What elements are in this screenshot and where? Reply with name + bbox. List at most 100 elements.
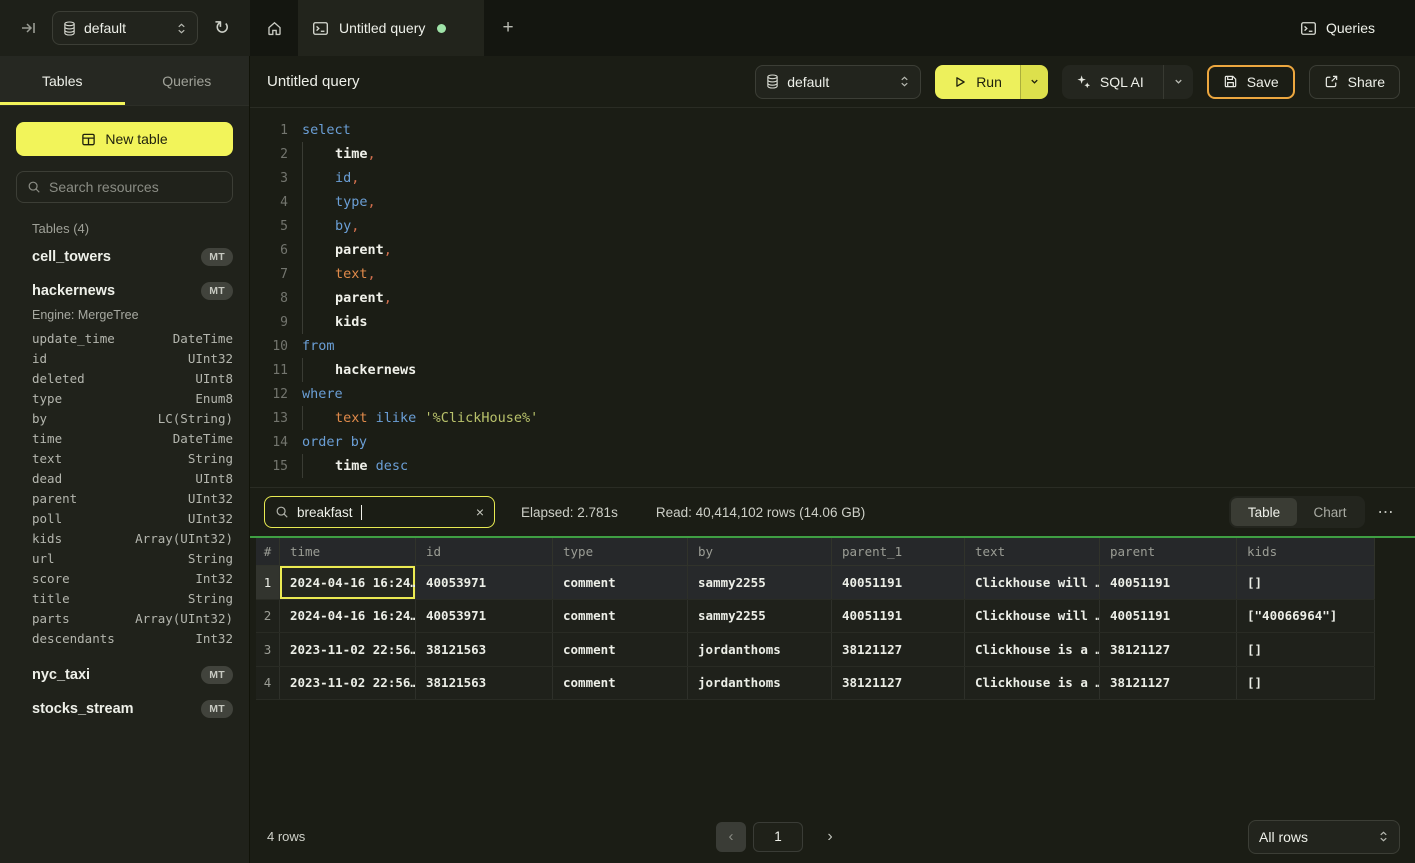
code-line[interactable]: 5by,: [262, 214, 1415, 238]
sidebar-table-item[interactable]: nyc_taxiMT: [0, 658, 249, 692]
column-header[interactable]: parent_1: [832, 538, 965, 565]
results-search-input[interactable]: breakfast ×: [264, 496, 495, 528]
table-cell[interactable]: 40053971: [416, 566, 553, 599]
home-tab[interactable]: [250, 0, 298, 56]
sidebar-database-selector[interactable]: default: [52, 11, 198, 45]
row-number-cell[interactable]: 3: [256, 633, 280, 666]
sidebar-search-input[interactable]: Search resources: [16, 171, 233, 203]
code-text: where: [302, 386, 343, 402]
table-cell[interactable]: sammy2255: [688, 600, 832, 633]
code-line[interactable]: 13text ilike '%ClickHouse%': [262, 406, 1415, 430]
table-cell[interactable]: []: [1237, 566, 1375, 599]
code-line[interactable]: 2time,: [262, 142, 1415, 166]
tab-untitled-query[interactable]: Untitled query: [298, 0, 484, 56]
table-cell[interactable]: Clickhouse will …: [965, 600, 1100, 633]
code-line[interactable]: 6parent,: [262, 238, 1415, 262]
clear-search-button[interactable]: ×: [476, 504, 484, 520]
row-number-cell[interactable]: 2: [256, 600, 280, 633]
sidebar-tab-queries[interactable]: Queries: [125, 56, 250, 105]
view-toggle-chart[interactable]: Chart: [1297, 498, 1363, 526]
sql-ai-options-button[interactable]: [1163, 65, 1193, 99]
current-page-input[interactable]: 1: [753, 822, 803, 852]
next-page-button[interactable]: ›: [817, 822, 843, 852]
query-database-selector[interactable]: default: [755, 65, 921, 99]
column-header[interactable]: time: [280, 538, 416, 565]
refresh-button[interactable]: ↻: [208, 14, 236, 42]
queries-button[interactable]: Queries: [1300, 0, 1375, 56]
column-header[interactable]: id: [416, 538, 553, 565]
column-header[interactable]: type: [553, 538, 688, 565]
prev-page-button[interactable]: ‹: [716, 822, 746, 852]
table-cell[interactable]: 40053971: [416, 600, 553, 633]
table-cell[interactable]: 2023-11-02 22:56…: [280, 633, 416, 666]
table-cell[interactable]: comment: [553, 633, 688, 666]
code-line[interactable]: 14order by: [262, 430, 1415, 454]
view-toggle-table[interactable]: Table: [1231, 498, 1297, 526]
table-cell[interactable]: comment: [553, 600, 688, 633]
sidebar-table-item[interactable]: cell_towersMT: [0, 240, 249, 274]
code-line[interactable]: 3id,: [262, 166, 1415, 190]
table-cell[interactable]: 38121127: [1100, 667, 1237, 700]
new-tab-button[interactable]: +: [484, 0, 532, 56]
table-cell[interactable]: 2024-04-16 16:24…: [280, 600, 416, 633]
table-cell[interactable]: sammy2255: [688, 566, 832, 599]
column-header[interactable]: by: [688, 538, 832, 565]
row-number-cell[interactable]: 4: [256, 667, 280, 700]
sidebar-table-item[interactable]: hackernewsMT: [0, 274, 249, 308]
sql-editor[interactable]: 1select2time,3id,4type,5by,6parent,7text…: [250, 108, 1415, 487]
table-cell[interactable]: 38121563: [416, 667, 553, 700]
table-cell[interactable]: 2024-04-16 16:24…: [280, 566, 416, 599]
table-cell[interactable]: Clickhouse will …: [965, 566, 1100, 599]
column-header[interactable]: parent: [1100, 538, 1237, 565]
table-cell[interactable]: 38121127: [832, 633, 965, 666]
table-cell[interactable]: ["40066964"]: [1237, 600, 1375, 633]
code-line[interactable]: 10from: [262, 334, 1415, 358]
code-line[interactable]: 7text,: [262, 262, 1415, 286]
code-line[interactable]: 12where: [262, 382, 1415, 406]
table-cell[interactable]: 40051191: [1100, 600, 1237, 633]
row-number-cell[interactable]: 1: [256, 566, 280, 599]
table-cell[interactable]: Clickhouse is a …: [965, 667, 1100, 700]
table-cell[interactable]: comment: [553, 667, 688, 700]
code-line[interactable]: 8parent,: [262, 286, 1415, 310]
code-text: time desc: [302, 458, 408, 474]
table-cell[interactable]: jordanthoms: [688, 667, 832, 700]
table-cell[interactable]: []: [1237, 667, 1375, 700]
table-body: 12024-04-16 16:24…40053971commentsammy22…: [256, 566, 1375, 700]
code-line[interactable]: 1select: [262, 118, 1415, 142]
table-cell[interactable]: jordanthoms: [688, 633, 832, 666]
column-header[interactable]: #: [256, 538, 280, 565]
sql-ai-label: SQL AI: [1100, 74, 1144, 90]
table-cell[interactable]: comment: [553, 566, 688, 599]
code-line[interactable]: 9kids: [262, 310, 1415, 334]
tab-strip: Untitled query +: [250, 0, 1415, 56]
table-cell[interactable]: 38121127: [832, 667, 965, 700]
table-cell[interactable]: 38121563: [416, 633, 553, 666]
table-cell[interactable]: 38121127: [1100, 633, 1237, 666]
new-table-button[interactable]: New table: [16, 122, 233, 156]
sql-ai-button[interactable]: SQL AI: [1062, 65, 1193, 99]
run-button[interactable]: Run: [935, 65, 1020, 99]
code-line[interactable]: 4type,: [262, 190, 1415, 214]
code-line[interactable]: 15time desc: [262, 454, 1415, 478]
column-name: update_time: [32, 331, 173, 346]
sidebar-tab-tables[interactable]: Tables: [0, 56, 125, 105]
share-button[interactable]: Share: [1309, 65, 1400, 99]
table-cell[interactable]: 2023-11-02 22:56…: [280, 667, 416, 700]
code-line[interactable]: 11hackernews: [262, 358, 1415, 382]
sidebar-table-item[interactable]: stocks_streamMT: [0, 692, 249, 726]
table-cell[interactable]: []: [1237, 633, 1375, 666]
table-cell[interactable]: 40051191: [832, 566, 965, 599]
column-header[interactable]: kids: [1237, 538, 1375, 565]
save-button[interactable]: Save: [1207, 65, 1295, 99]
collapse-sidebar-button[interactable]: [14, 14, 42, 42]
table-cell[interactable]: 40051191: [1100, 566, 1237, 599]
page-size-selector[interactable]: All rows: [1248, 820, 1400, 854]
table-cell[interactable]: 40051191: [832, 600, 965, 633]
line-number: 6: [262, 243, 288, 258]
more-options-button[interactable]: ⋯: [1373, 502, 1399, 522]
table-cell[interactable]: Clickhouse is a …: [965, 633, 1100, 666]
column-row: idUInt32: [0, 348, 249, 368]
column-header[interactable]: text: [965, 538, 1100, 565]
run-options-button[interactable]: [1020, 65, 1048, 99]
